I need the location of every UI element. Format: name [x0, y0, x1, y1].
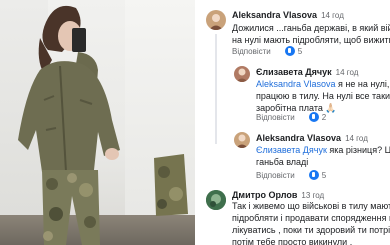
comment-line: ганьба владі	[256, 157, 309, 167]
author-name[interactable]: Aleksandra Vlasova	[232, 10, 317, 20]
comment-actions: Відповісти 5	[232, 46, 302, 56]
like-count: 5	[297, 46, 303, 56]
comment-reply: Aleksandra Vlasova 14 год Єлизавета Дячук…	[196, 128, 390, 182]
mention-link[interactable]: Aleksandra Vlasova	[256, 79, 336, 89]
comment-text: Aleksandra Vlasova я не на нулі, зар пра…	[256, 78, 390, 114]
comment-author[interactable]: Aleksandra Vlasova 14 год	[256, 133, 368, 143]
comment-author[interactable]: Єлизавета Дячук 14 год	[256, 67, 358, 77]
reply-link[interactable]: Відповісти	[232, 47, 271, 56]
author-name[interactable]: Єлизавета Дячук	[256, 67, 332, 77]
comment-actions: Відповісти 2	[256, 112, 326, 122]
author-name[interactable]: Aleksandra Vlasova	[256, 133, 341, 143]
avatar[interactable]	[234, 132, 250, 148]
like-icon[interactable]	[284, 46, 295, 56]
comment-line: Так і живемо що військові в тилу мають	[232, 201, 390, 211]
camo-bag	[154, 154, 188, 216]
comment-time[interactable]: 14 год	[321, 11, 344, 20]
like-icon[interactable]	[308, 170, 319, 180]
comment: Aleksandra Vlasova 14 год Дожилися ...ган…	[196, 0, 390, 60]
comment-author[interactable]: Aleksandra Vlasova 14 год	[232, 10, 344, 20]
comments-panel: Aleksandra Vlasova 14 год Дожилися ...ган…	[196, 0, 390, 245]
comment-text: Так і живемо що військові в тилу мають п…	[232, 200, 390, 245]
comment-time[interactable]: 14 год	[336, 68, 359, 77]
avatar[interactable]	[206, 10, 226, 30]
comment-line: лікуватись , поки ти здоровий ти потріб	[232, 225, 390, 235]
comment-text: Єлизавета Дячук яка різниця? Це ганьба в…	[256, 144, 390, 168]
comment: Дмитро Орлов 13 год Так і живемо що війсь…	[196, 186, 390, 245]
user-avatar-icon	[206, 190, 226, 210]
like-count: 2	[321, 112, 327, 122]
user-avatar-icon	[209, 14, 223, 30]
comment-text: Дожилися ...ганьба державі, в який війсь…	[232, 22, 390, 46]
avatar[interactable]	[234, 66, 250, 82]
comment-line: підробляти і продавати спорядження щ	[232, 213, 390, 223]
reply-link[interactable]: Відповісти	[256, 113, 295, 122]
user-avatar-icon	[236, 134, 248, 148]
like-count: 5	[321, 170, 327, 180]
reply-link[interactable]: Відповісти	[256, 171, 295, 180]
comment-line: на нулі мають підробляти, щоб вижити.	[232, 35, 390, 45]
comment-line: яка різниця? Це	[326, 145, 390, 155]
comment-line: потім тебе просто викинули .	[232, 237, 353, 245]
user-avatar-icon	[236, 68, 248, 82]
avatar[interactable]	[206, 190, 226, 210]
comment-line: працюю в тилу. На нулі все таки ви	[256, 91, 390, 101]
selfie-photo	[0, 0, 195, 245]
comment-actions: Відповісти 5	[256, 170, 326, 180]
comment-line: я не на нулі, зар	[338, 79, 390, 89]
author-name[interactable]: Дмитро Орлов	[232, 190, 297, 200]
comment-line: Дожилися ...ганьба державі, в який війсь	[232, 23, 390, 33]
mention-link[interactable]: Єлизавета Дячук	[256, 145, 327, 155]
comment-author[interactable]: Дмитро Орлов 13 год	[232, 190, 324, 200]
comment-time[interactable]: 13 год	[301, 191, 324, 200]
comment-time[interactable]: 14 год	[345, 134, 368, 143]
like-icon[interactable]	[308, 112, 319, 122]
comment-reply: Єлизавета Дячук 14 год Aleksandra Vlasova…	[196, 62, 390, 122]
